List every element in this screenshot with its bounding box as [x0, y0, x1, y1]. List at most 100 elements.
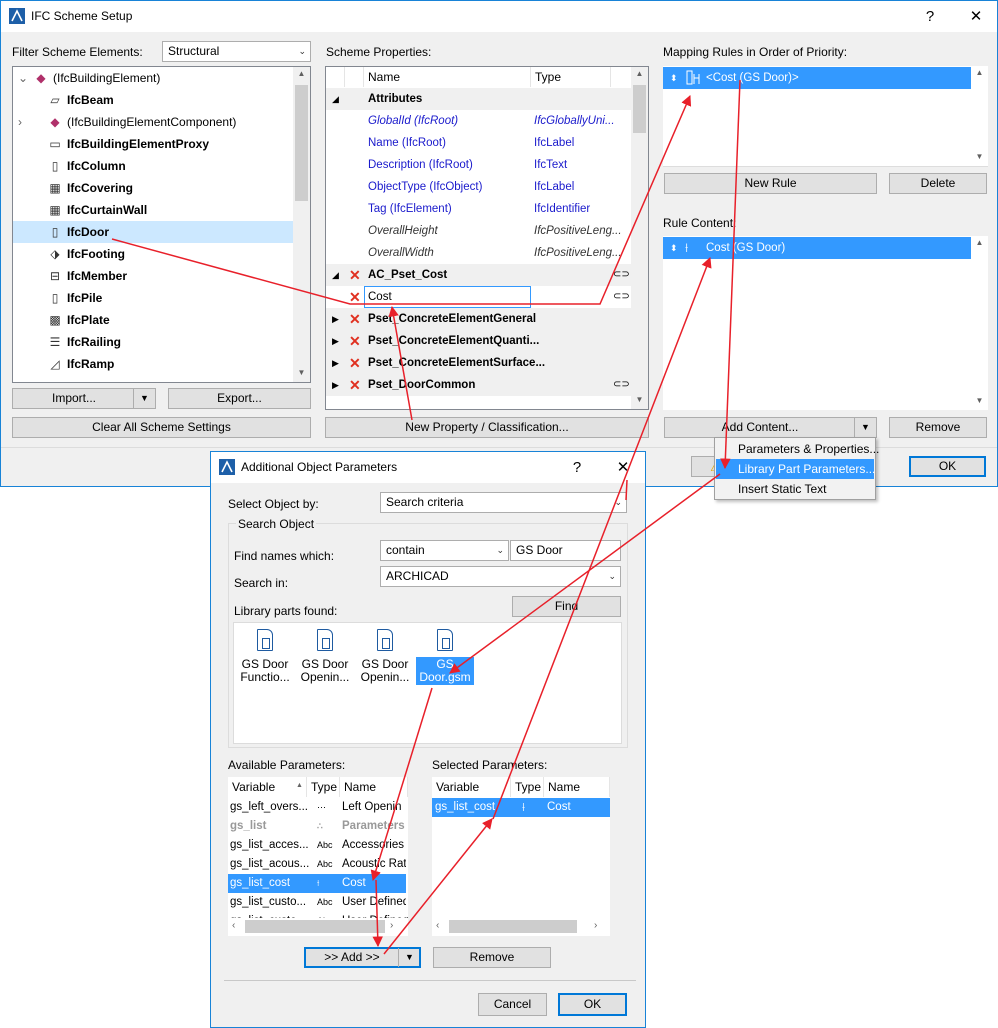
column-type-header[interactable]: Type — [531, 67, 611, 87]
reorder-icon[interactable]: ⬍ — [670, 237, 678, 259]
delete-button[interactable]: Delete — [889, 173, 987, 194]
scroll-up-icon[interactable]: ▲ — [971, 68, 988, 77]
library-parts-list[interactable]: GS Door Functio... GS Door Openin... GS Do… — [233, 622, 622, 744]
remove-mark-icon[interactable]: ✕ — [349, 264, 361, 286]
add-content-dropdown-icon[interactable]: ▼ — [854, 418, 876, 437]
property-row[interactable]: OverallHeight IfcPositiveLeng... — [326, 220, 633, 242]
library-part-item[interactable]: GS Door Functio... — [236, 629, 294, 685]
new-property-button[interactable]: New Property / Classification... — [325, 417, 649, 438]
mapping-scrollbar[interactable]: ▲ ▼ — [971, 66, 988, 166]
tree-item[interactable]: ▯ IfcPile — [13, 287, 295, 309]
tree-item[interactable]: ▦ IfcCurtainWall — [13, 199, 295, 221]
menu-item[interactable]: Parameters & Properties... — [716, 439, 879, 459]
rule-content-row[interactable]: ⬍ ⟊ Cost (GS Door) — [663, 237, 971, 259]
column-name-header[interactable]: Name — [364, 67, 531, 87]
name-column-header[interactable]: Name — [544, 777, 610, 797]
scroll-down-icon[interactable]: ▼ — [631, 395, 648, 404]
chevron-right-icon[interactable]: › — [18, 111, 22, 133]
property-row[interactable]: ▶ ✕ Pset_ConcreteElementQuanti... — [326, 330, 633, 352]
find-text-input[interactable]: GS Door — [510, 540, 621, 561]
find-operator-combo[interactable]: contain ⌄ — [380, 540, 509, 561]
ok-button[interactable]: OK — [909, 456, 986, 477]
tree-scrollbar[interactable]: ▲ ▼ — [293, 67, 310, 382]
export-button[interactable]: Export... — [168, 388, 311, 409]
scroll-right-icon[interactable]: › — [594, 920, 597, 931]
chevron-right-icon[interactable]: ▶ — [332, 374, 339, 396]
tree-item[interactable]: ▱ IfcBeam — [13, 89, 295, 111]
parameter-row[interactable]: gs_list_acces... Abc Accessories — [228, 836, 406, 855]
new-rule-button[interactable]: New Rule — [664, 173, 877, 194]
available-parameters-list[interactable]: Variable ▲ Type Name gs_left_overs... ⋯ Le… — [228, 777, 408, 936]
parameter-row[interactable]: gs_list ∴ Parameters f — [228, 817, 408, 836]
library-part-item[interactable]: GS Door.gsm — [416, 629, 474, 685]
remove-content-button[interactable]: Remove — [889, 417, 987, 438]
scroll-right-icon[interactable]: › — [390, 920, 393, 931]
scroll-up-icon[interactable]: ▲ — [631, 69, 648, 78]
rule-content-scrollbar[interactable]: ▲ ▼ — [971, 236, 988, 410]
scroll-thumb[interactable] — [245, 920, 385, 933]
remove-mark-icon[interactable]: ✕ — [349, 308, 361, 330]
property-row[interactable]: ✕ Cost IfcLabel ⊂⊃ — [326, 286, 633, 308]
scroll-left-icon[interactable]: ‹ — [436, 920, 439, 931]
scroll-thumb[interactable] — [449, 920, 577, 933]
type-column-header[interactable]: Type — [307, 777, 340, 797]
tree-item[interactable]: ▩ IfcPlate — [13, 309, 295, 331]
property-row[interactable]: ObjectType (IfcObject) IfcLabel — [326, 176, 633, 198]
chevron-down-icon[interactable]: ◢ — [332, 264, 339, 286]
help-button[interactable]: ? — [907, 1, 953, 32]
properties-scrollbar[interactable]: ▲ ▼ — [631, 67, 648, 409]
filter-combo[interactable]: Structural ⌄ — [162, 41, 311, 62]
scroll-left-icon[interactable]: ‹ — [232, 920, 235, 931]
property-row[interactable]: ▶ ✕ Pset_DoorCommon ⊂⊃ — [326, 374, 633, 396]
tree-item[interactable]: ◿ IfcRamp — [13, 353, 295, 375]
scroll-down-icon[interactable]: ▼ — [971, 152, 988, 161]
remove-mark-icon[interactable]: ✕ — [349, 374, 361, 396]
select-by-combo[interactable]: Search criteria ⌄ — [380, 492, 627, 513]
scheme-properties-list[interactable]: Name Type ◢ Attributes GlobalId (IfcRoot) I… — [325, 66, 649, 410]
variable-column-header[interactable]: Variable — [432, 777, 511, 797]
add-parameter-button[interactable]: >> Add >> ▼ — [304, 947, 421, 968]
chevron-down-icon[interactable]: ◢ — [332, 88, 339, 110]
import-dropdown-icon[interactable]: ▼ — [133, 389, 155, 408]
selected-hscrollbar[interactable]: ‹ › — [432, 918, 610, 935]
tree-item[interactable]: ⊟ IfcMember — [13, 265, 295, 287]
property-row[interactable]: Name (IfcRoot) IfcLabel — [326, 132, 633, 154]
scroll-thumb[interactable] — [633, 85, 646, 133]
available-vscrollbar[interactable]: ▲ ▼ — [406, 799, 408, 917]
parameter-row[interactable]: gs_list_acous... Abc Acoustic Rat — [228, 855, 407, 874]
scroll-up-icon[interactable]: ▲ — [971, 238, 988, 247]
close-button[interactable]: ✕ — [953, 1, 998, 32]
tree-item[interactable]: › ◆ (IfcBuildingElementComponent) — [13, 111, 295, 133]
chevron-right-icon[interactable]: ▶ — [332, 308, 339, 330]
chevron-right-icon[interactable]: ▶ — [332, 330, 339, 352]
name-column-header[interactable]: Name — [340, 777, 408, 797]
property-row[interactable]: ◢ ✕ AC_Pset_Cost ⊂⊃ — [326, 264, 633, 286]
remove-mark-icon[interactable]: ✕ — [349, 330, 361, 352]
element-tree[interactable]: ⌄ ◆ (IfcBuildingElement) ▱ IfcBeam › ◆ (IfcBuil… — [12, 66, 311, 383]
tree-item[interactable]: ▯ IfcColumn — [13, 155, 295, 177]
library-part-item[interactable]: GS Door Openin... — [356, 629, 414, 685]
menu-item[interactable]: Library Part Parameters... — [716, 459, 875, 479]
search-in-combo[interactable]: ARCHICAD ⌄ — [380, 566, 621, 587]
property-row[interactable]: Description (IfcRoot) IfcText — [326, 154, 633, 176]
scroll-thumb[interactable] — [295, 85, 308, 201]
menu-item[interactable]: Insert Static Text — [716, 479, 874, 499]
dialog-help-button[interactable]: ? — [554, 452, 600, 483]
remove-mark-icon[interactable]: ✕ — [349, 286, 361, 308]
mapping-rule-row[interactable]: ⬍ <Cost (GS Door)> — [663, 67, 971, 89]
parameter-row[interactable]: gs_list_cost ⟊ Cost — [228, 874, 406, 893]
add-content-button[interactable]: Add Content... ▼ — [664, 417, 877, 438]
rule-content-list[interactable]: ⬍ ⟊ Cost (GS Door) ▲ ▼ — [663, 236, 988, 410]
parameter-row[interactable]: gs_list_custo... Abc User Defined — [228, 893, 408, 912]
scroll-down-icon[interactable]: ▼ — [293, 368, 310, 377]
tree-item[interactable]: ⌄ ◆ (IfcBuildingElement) — [13, 67, 295, 89]
selected-parameters-list[interactable]: Variable Type Name gs_list_cost⟊Cost ▲ ▼… — [432, 777, 610, 936]
tree-item[interactable]: ▯ IfcDoor — [13, 221, 295, 243]
chevron-right-icon[interactable]: ▶ — [332, 352, 339, 374]
property-row[interactable]: ◢ Attributes — [326, 88, 633, 110]
selected-parameter-row[interactable]: gs_list_cost ⟊ Cost — [432, 798, 610, 817]
cancel-button[interactable]: Cancel — [478, 993, 547, 1016]
tree-item[interactable]: ☰ IfcRailing — [13, 331, 295, 353]
reorder-icon[interactable]: ⬍ — [670, 67, 678, 89]
property-row[interactable]: GlobalId (IfcRoot) IfcGloballyUni... — [326, 110, 633, 132]
